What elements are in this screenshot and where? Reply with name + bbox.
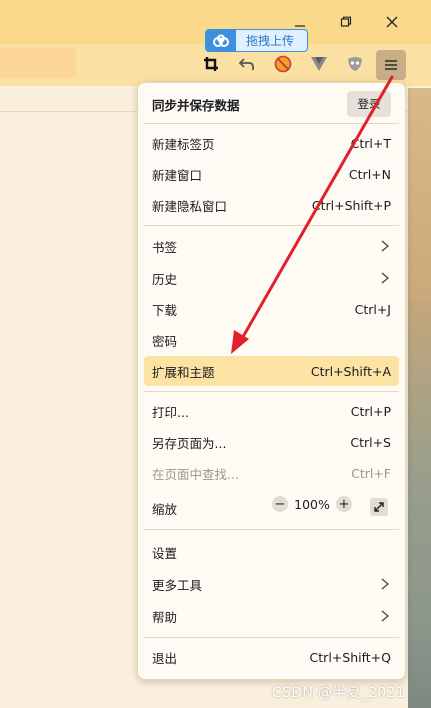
annotation-arrow [231, 75, 394, 354]
arrow-shaft [238, 75, 394, 344]
watermark: CSDN @半夏_2021 [272, 685, 405, 701]
